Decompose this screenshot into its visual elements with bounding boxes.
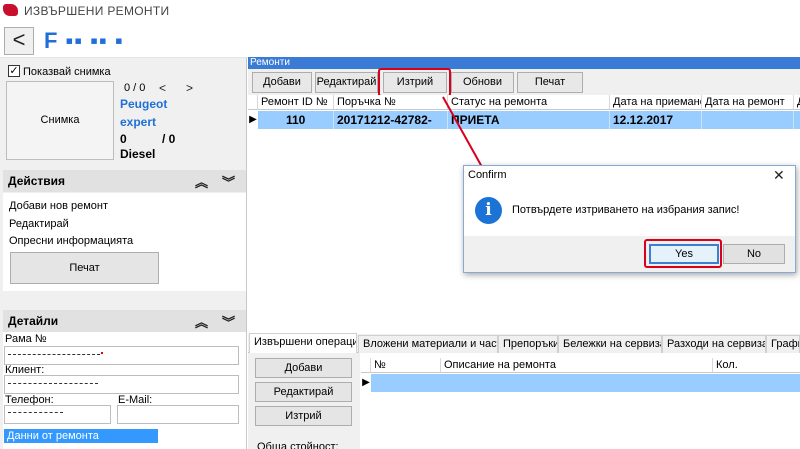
app-logo-icon <box>3 4 18 16</box>
km-total: / 0 <box>162 132 176 146</box>
column-header-received[interactable]: Дата на приемане <box>610 95 702 110</box>
sub-table-row[interactable] <box>361 374 800 392</box>
repairs-caption: Ремонти <box>248 57 800 69</box>
car-model: expert <box>120 115 157 129</box>
expand-down-icon[interactable]: ︾ <box>222 312 235 331</box>
dialog-title: Confirm <box>468 169 507 181</box>
show-photo-checkbox[interactable]: ✓ <box>8 65 20 77</box>
close-icon[interactable]: ✕ <box>773 167 785 184</box>
km-value: 0 <box>120 132 127 146</box>
column-header-more[interactable]: Д <box>794 95 800 110</box>
info-icon: i <box>475 197 502 224</box>
dialog-message: Потвърдете изтриването на избрания запис… <box>512 204 740 216</box>
details-section-header[interactable]: Детайли ︽ ︾ <box>3 310 246 332</box>
back-button[interactable]: < <box>4 27 34 55</box>
print-grid-button[interactable]: Печат <box>517 72 583 93</box>
repair-data-label[interactable]: Данни от ремонта <box>4 429 158 443</box>
action-refresh[interactable]: Опресни информацията <box>9 235 133 247</box>
redacted-text <box>8 354 100 355</box>
photo-counter: 0 / 0 <box>124 82 146 94</box>
collapse-up-icon[interactable]: ︽ <box>195 172 208 191</box>
op-add-button[interactable]: Добави <box>255 358 352 378</box>
column-header-id[interactable]: Ремонт ID № <box>258 95 334 110</box>
tab-service-costs[interactable]: Разходи на сервиза <box>662 335 766 353</box>
sub-table-empty-area <box>361 392 800 449</box>
callout-line <box>442 96 483 168</box>
details-title: Детайли <box>8 314 59 328</box>
fuel-type: Diesel <box>120 147 156 161</box>
client-field[interactable] <box>4 375 239 394</box>
op-delete-button[interactable]: Изтрий <box>255 406 352 426</box>
vin-label: Рама № <box>5 333 47 345</box>
row-header-corner <box>248 95 258 110</box>
no-button[interactable]: No <box>723 244 785 264</box>
actions-title: Действия <box>8 174 66 188</box>
column-header-repaired[interactable]: Дата на ремонт <box>702 95 794 110</box>
total-label: Обща стойност: <box>257 441 339 449</box>
expand-down-icon[interactable]: ︾ <box>222 172 235 191</box>
print-button[interactable]: Печат <box>10 252 159 284</box>
tab-service-notes[interactable]: Бележки на сервиза <box>558 335 662 353</box>
cell-order-number[interactable]: 20171212-42782- <box>334 111 448 129</box>
phone-field[interactable] <box>4 405 111 424</box>
refresh-button[interactable]: Обнови <box>451 72 514 93</box>
cell-more[interactable] <box>794 111 800 129</box>
sub-column-number[interactable]: № <box>371 358 441 373</box>
action-add-repair[interactable]: Добави нов ремонт <box>9 200 108 212</box>
actions-section-header[interactable]: Действия ︽ ︾ <box>3 170 246 192</box>
window-title: ИЗВЪРШЕНИ РЕМОНТИ <box>24 4 170 18</box>
sub-column-quantity[interactable]: Кол. <box>713 358 800 373</box>
email-field[interactable] <box>117 405 239 424</box>
cell-received-date[interactable]: 12.12.2017 <box>610 111 702 129</box>
redacted-text <box>8 383 98 384</box>
car-make: Peugeot <box>120 97 168 111</box>
plate-number: F ▪▪ ▪▪ ▪ <box>44 28 124 53</box>
show-photo-label: Показвай снимка <box>23 66 111 78</box>
delete-highlight <box>378 68 451 97</box>
sub-column-description[interactable]: Описание на ремонта <box>441 358 713 373</box>
edit-button[interactable]: Редактирай <box>315 72 378 93</box>
column-header-order[interactable]: Поръчка № <box>334 95 448 110</box>
tab-recommendations[interactable]: Препоръки <box>498 335 558 353</box>
add-button[interactable]: Добави <box>252 72 312 93</box>
photo-button[interactable]: Снимка <box>6 81 114 160</box>
collapse-up-icon[interactable]: ︽ <box>195 312 208 331</box>
sub-row-marker: ▶ <box>361 374 371 392</box>
sub-row-header-corner <box>361 358 371 373</box>
tab-operations[interactable]: Извършени операции <box>249 333 357 354</box>
vin-field[interactable] <box>4 346 239 365</box>
row-selected-marker: ▶ <box>248 111 258 129</box>
redaction-mark <box>101 352 103 354</box>
action-edit[interactable]: Редактирай <box>9 218 69 230</box>
op-edit-button[interactable]: Редактирай <box>255 382 352 402</box>
redacted-text <box>8 412 63 413</box>
cell-repair-date[interactable] <box>702 111 794 129</box>
next-photo-arrow[interactable]: > <box>186 81 193 95</box>
cell-repair-id[interactable]: 110 <box>258 111 334 129</box>
tab-materials[interactable]: Вложени материали и части <box>358 335 498 353</box>
yes-highlight <box>644 239 722 268</box>
prev-photo-arrow[interactable]: < <box>159 81 166 95</box>
tab-more[interactable]: Графи <box>766 335 800 353</box>
